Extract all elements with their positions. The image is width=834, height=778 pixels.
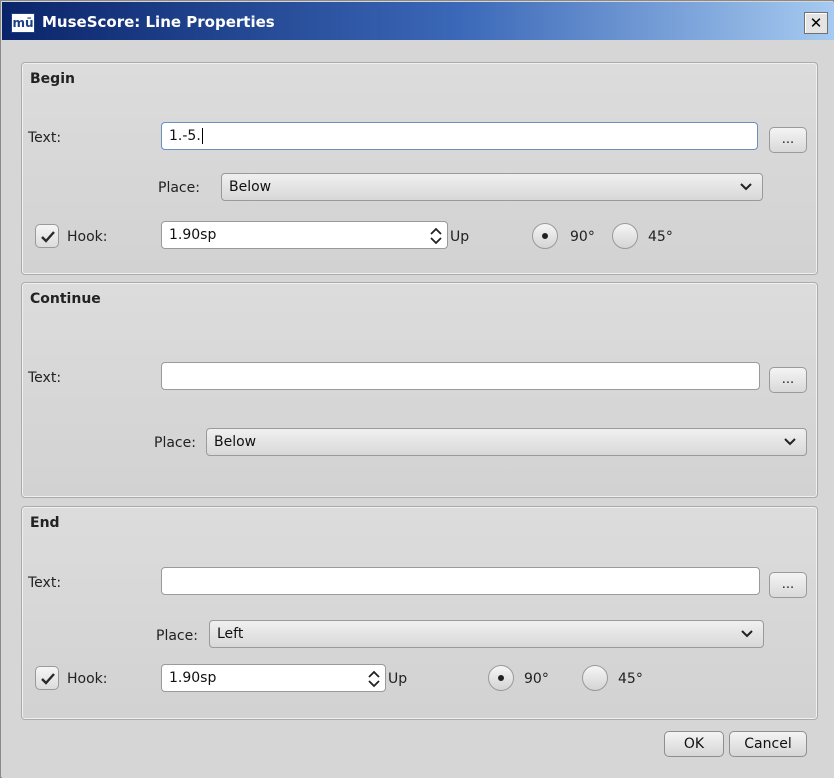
begin-angle-90-label: 90° bbox=[570, 229, 595, 245]
begin-angle-90-radio[interactable] bbox=[532, 223, 558, 249]
chevron-down-icon bbox=[740, 183, 752, 191]
spin-arrows-icon[interactable] bbox=[429, 227, 443, 245]
end-angle-45-label: 45° bbox=[618, 671, 643, 687]
continue-place-value: Below bbox=[214, 434, 257, 450]
line-properties-dialog: mū MuseScore: Line Properties ✕ Begin Te… bbox=[0, 0, 834, 778]
begin-text-value: 1.-5. bbox=[169, 128, 201, 144]
continue-place-select[interactable]: Below bbox=[206, 428, 807, 456]
chevron-down-icon bbox=[741, 630, 753, 638]
end-text-label: Text: bbox=[28, 575, 62, 591]
begin-up-label: Up bbox=[450, 229, 470, 245]
spin-arrows-icon[interactable] bbox=[367, 670, 381, 688]
end-text-edit-button[interactable]: ... bbox=[769, 572, 807, 598]
continue-text-label: Text: bbox=[28, 370, 62, 386]
end-hook-spinbox[interactable]: 1.90sp bbox=[161, 664, 386, 692]
title-bar[interactable]: mū MuseScore: Line Properties ✕ bbox=[2, 2, 834, 40]
begin-text-input[interactable]: 1.-5. bbox=[161, 122, 758, 150]
window-title: MuseScore: Line Properties bbox=[42, 13, 275, 31]
begin-hook-checkbox[interactable] bbox=[35, 224, 59, 248]
end-up-label: Up bbox=[388, 671, 408, 687]
continue-group: Continue Text: ... Place: Below bbox=[21, 282, 818, 498]
end-place-label: Place: bbox=[156, 628, 198, 644]
end-angle-45-radio[interactable] bbox=[582, 665, 608, 691]
dialog-body: Begin Text: 1.-5. ... Place: Below Hook:… bbox=[2, 40, 834, 778]
end-text-input[interactable] bbox=[161, 567, 760, 595]
end-group: End Text: ... Place: Left Hook: 1.90sp U… bbox=[21, 506, 818, 720]
begin-hook-spinbox[interactable]: 1.90sp bbox=[161, 221, 448, 249]
begin-hook-label: Hook: bbox=[67, 229, 108, 245]
musescore-app-icon: mū bbox=[11, 13, 35, 33]
checkmark-icon bbox=[41, 231, 55, 243]
ok-button[interactable]: OK bbox=[664, 731, 724, 757]
continue-group-title: Continue bbox=[30, 291, 101, 307]
begin-text-edit-button[interactable]: ... bbox=[769, 127, 807, 153]
end-group-title: End bbox=[30, 515, 60, 531]
cancel-button[interactable]: Cancel bbox=[729, 731, 807, 757]
begin-hook-value: 1.90sp bbox=[169, 227, 217, 243]
radio-selected-dot bbox=[542, 233, 548, 239]
end-hook-checkbox[interactable] bbox=[35, 666, 59, 690]
end-angle-90-radio[interactable] bbox=[488, 665, 514, 691]
close-button[interactable]: ✕ bbox=[804, 12, 828, 34]
chevron-down-icon bbox=[784, 438, 796, 446]
end-angle-90-label: 90° bbox=[524, 671, 549, 687]
end-place-select[interactable]: Left bbox=[209, 620, 764, 648]
begin-place-select[interactable]: Below bbox=[221, 173, 763, 201]
begin-group: Begin Text: 1.-5. ... Place: Below Hook:… bbox=[21, 62, 818, 275]
end-hook-value: 1.90sp bbox=[169, 670, 217, 686]
end-hook-label: Hook: bbox=[67, 671, 108, 687]
continue-place-label: Place: bbox=[154, 435, 196, 451]
checkmark-icon bbox=[41, 673, 55, 685]
begin-group-title: Begin bbox=[30, 71, 75, 87]
radio-selected-dot bbox=[498, 675, 504, 681]
begin-angle-45-radio[interactable] bbox=[612, 223, 638, 249]
begin-place-value: Below bbox=[229, 179, 272, 195]
begin-angle-45-label: 45° bbox=[648, 229, 673, 245]
continue-text-edit-button[interactable]: ... bbox=[769, 367, 807, 393]
end-place-value: Left bbox=[217, 626, 244, 642]
begin-place-label: Place: bbox=[158, 180, 200, 196]
text-caret bbox=[201, 128, 203, 144]
continue-text-input[interactable] bbox=[161, 362, 760, 390]
begin-text-label: Text: bbox=[28, 130, 62, 146]
